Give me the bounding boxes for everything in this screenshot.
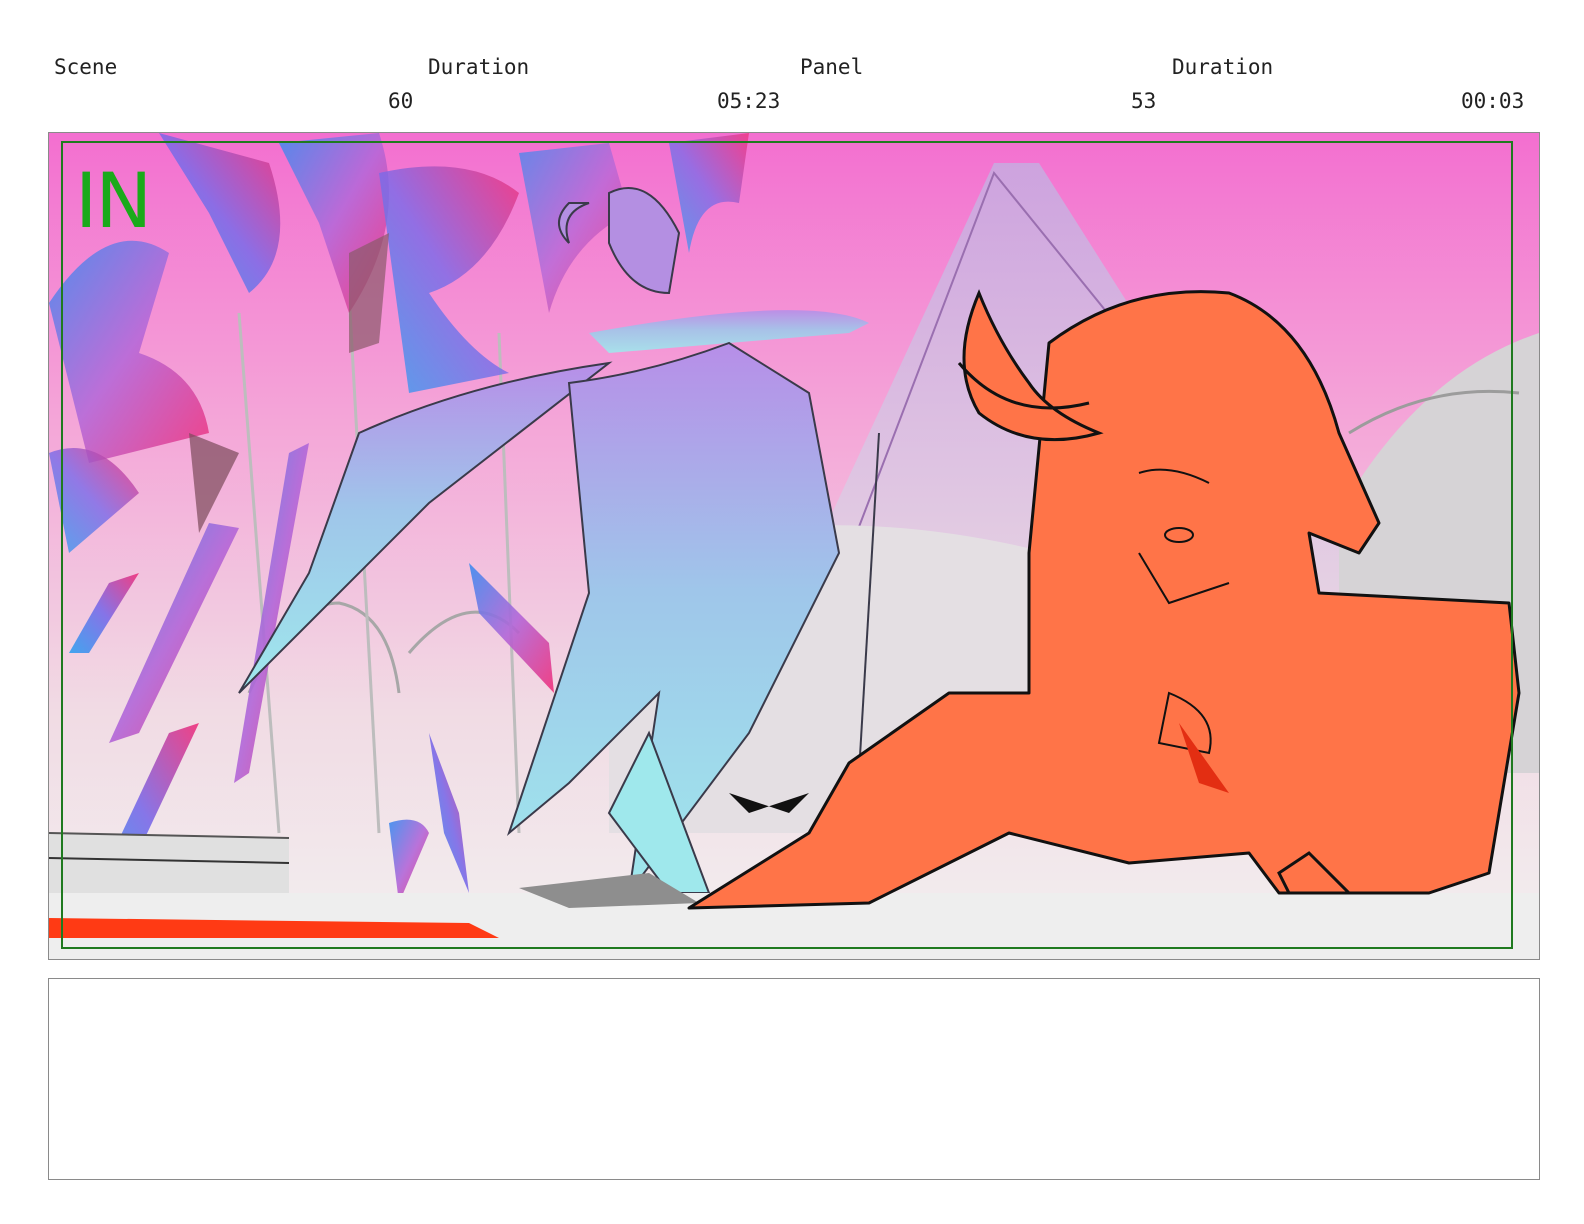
scene-duration-value: 05:23 bbox=[717, 89, 781, 113]
notes-box[interactable] bbox=[48, 978, 1540, 1180]
panel-duration-label: Duration bbox=[1172, 55, 1274, 79]
in-cue-label: IN bbox=[75, 156, 152, 245]
scene-duration-label: Duration bbox=[428, 55, 530, 79]
scene-number: 60 bbox=[388, 89, 414, 113]
scene-label: Scene bbox=[54, 55, 118, 79]
panel-artwork bbox=[49, 133, 1539, 959]
panel-number: 53 bbox=[1131, 89, 1157, 113]
storyboard-panel: IN bbox=[48, 132, 1540, 960]
panel-duration-value: 00:03 bbox=[1461, 89, 1525, 113]
panel-label: Panel bbox=[800, 55, 864, 79]
